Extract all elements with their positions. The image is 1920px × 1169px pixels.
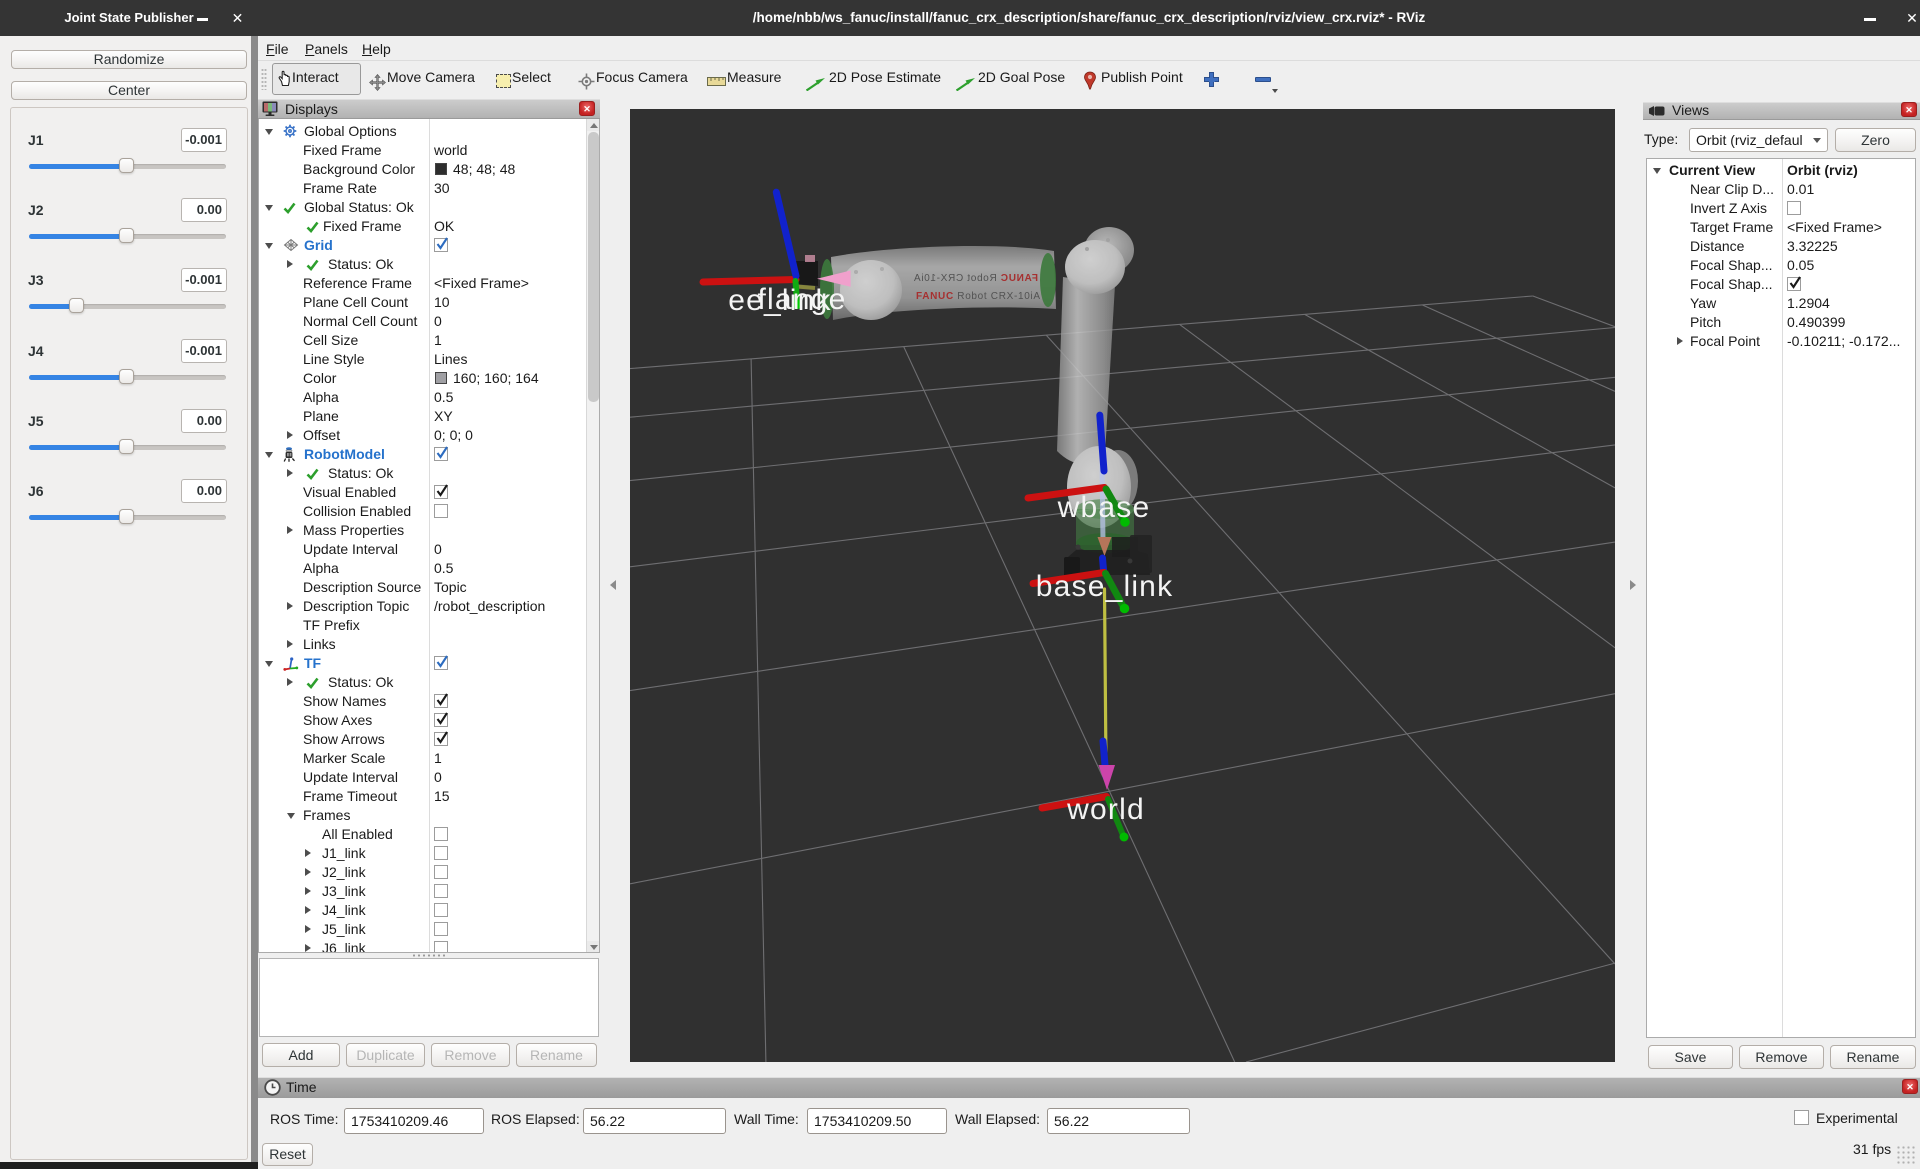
svg-text:FANUC Robot CRX-10iA: FANUC Robot CRX-10iA <box>914 273 1038 284</box>
svg-text:base_link: base_link <box>1036 570 1174 603</box>
svg-text:world: world <box>1066 793 1145 826</box>
svg-text:flange: flange <box>758 283 847 316</box>
svg-text:wbase: wbase <box>1057 491 1151 524</box>
svg-text:FANUC Robot CRX-10iA: FANUC Robot CRX-10iA <box>916 291 1040 302</box>
